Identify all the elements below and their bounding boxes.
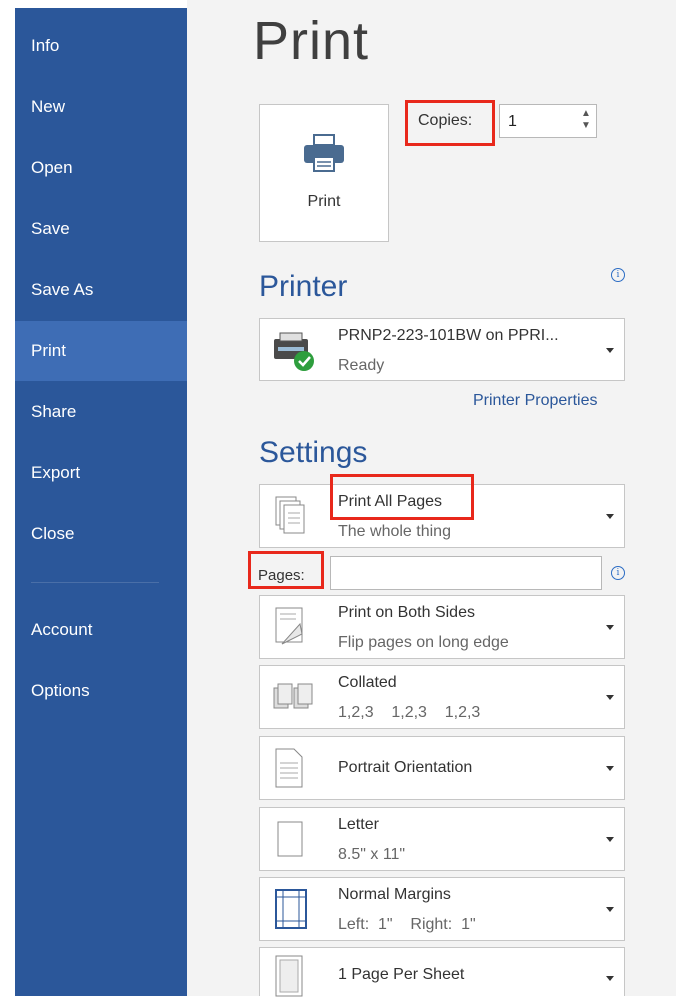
- nav-options[interactable]: Options: [15, 661, 187, 721]
- chevron-down-icon: [606, 514, 614, 519]
- margins-title: Normal Margins: [338, 886, 451, 903]
- backstage-sidebar: Info New Open Save Save As Print Share E…: [15, 8, 187, 996]
- print-range-highlight: [330, 474, 474, 520]
- page-title: Print: [253, 11, 370, 71]
- nav-export[interactable]: Export: [15, 443, 187, 503]
- chevron-down-icon: [606, 837, 614, 842]
- margins-icon: [275, 889, 307, 929]
- margins-dropdown[interactable]: Normal Margins Left: 1" Right: 1": [259, 877, 625, 941]
- chevron-down-icon: [606, 625, 614, 630]
- paper-size-dropdown[interactable]: Letter 8.5" x 11": [259, 807, 625, 871]
- chevron-down-icon: [606, 695, 614, 700]
- collation-dropdown[interactable]: Collated 1,2,3 1,2,3 1,2,3: [259, 665, 625, 729]
- printer-name: PRNP2-223-101BW on PPRI...: [338, 327, 559, 344]
- print-button-label: Print: [307, 193, 341, 210]
- pages-per-sheet-icon: [275, 955, 303, 997]
- printer-info-icon[interactable]: i: [611, 268, 625, 282]
- nav-info[interactable]: Info: [15, 16, 187, 76]
- nav-account[interactable]: Account: [15, 600, 187, 660]
- nav-close[interactable]: Close: [15, 504, 187, 564]
- pages-per-sheet-title: 1 Page Per Sheet: [338, 966, 465, 983]
- duplex-subtitle: Flip pages on long edge: [338, 634, 509, 651]
- chevron-down-icon: [606, 766, 614, 771]
- pages-input[interactable]: [330, 556, 602, 590]
- print-range-subtitle: The whole thing: [338, 523, 451, 540]
- margins-subtitle: Left: 1" Right: 1": [338, 916, 476, 933]
- copies-label: Copies:: [418, 112, 473, 129]
- nav-new[interactable]: New: [15, 77, 187, 137]
- chevron-down-icon: [606, 907, 614, 912]
- nav-print[interactable]: Print: [15, 321, 187, 381]
- paper-size-subtitle: 8.5" x 11": [338, 846, 406, 863]
- collation-subtitle: 1,2,3 1,2,3 1,2,3: [338, 704, 481, 721]
- printer-status-icon: [274, 332, 314, 371]
- nav-open[interactable]: Open: [15, 138, 187, 198]
- printer-icon: [304, 134, 344, 172]
- pages-stack-icon: [275, 496, 305, 534]
- print-pane: Print Print Copies: 1 ▲ ▼ Printer i PRNP…: [187, 0, 676, 997]
- orientation-title: Portrait Orientation: [338, 759, 473, 776]
- pages-highlight: [248, 551, 324, 589]
- printer-dropdown[interactable]: PRNP2-223-101BW on PPRI... Ready: [259, 318, 625, 381]
- duplex-dropdown[interactable]: Print on Both Sides Flip pages on long e…: [259, 595, 625, 659]
- copies-spinner[interactable]: ▲ ▼: [579, 108, 593, 134]
- settings-section-title: Settings: [259, 436, 368, 469]
- duplex-title: Print on Both Sides: [338, 604, 475, 621]
- spin-up-icon[interactable]: ▲: [579, 108, 593, 120]
- collated-icon: [273, 683, 313, 709]
- orientation-dropdown[interactable]: Portrait Orientation: [259, 736, 625, 800]
- portrait-icon: [275, 748, 303, 788]
- print-button[interactable]: Print: [259, 104, 389, 242]
- printer-status: Ready: [338, 357, 385, 374]
- nav-share[interactable]: Share: [15, 382, 187, 442]
- paper-size-title: Letter: [338, 816, 379, 833]
- nav-divider: [31, 582, 159, 583]
- chevron-down-icon: [606, 348, 614, 353]
- collation-title: Collated: [338, 674, 397, 691]
- nav-save[interactable]: Save: [15, 199, 187, 259]
- paper-size-icon: [277, 821, 303, 857]
- duplex-icon: [275, 607, 303, 645]
- printer-properties-link[interactable]: Printer Properties: [473, 392, 598, 410]
- spin-down-icon[interactable]: ▼: [579, 120, 593, 132]
- nav-save-as[interactable]: Save As: [15, 260, 187, 320]
- chevron-down-icon: [606, 976, 614, 981]
- printer-section-title: Printer: [259, 270, 348, 303]
- pages-per-sheet-dropdown[interactable]: 1 Page Per Sheet: [259, 947, 625, 997]
- pages-info-icon[interactable]: i: [611, 566, 625, 580]
